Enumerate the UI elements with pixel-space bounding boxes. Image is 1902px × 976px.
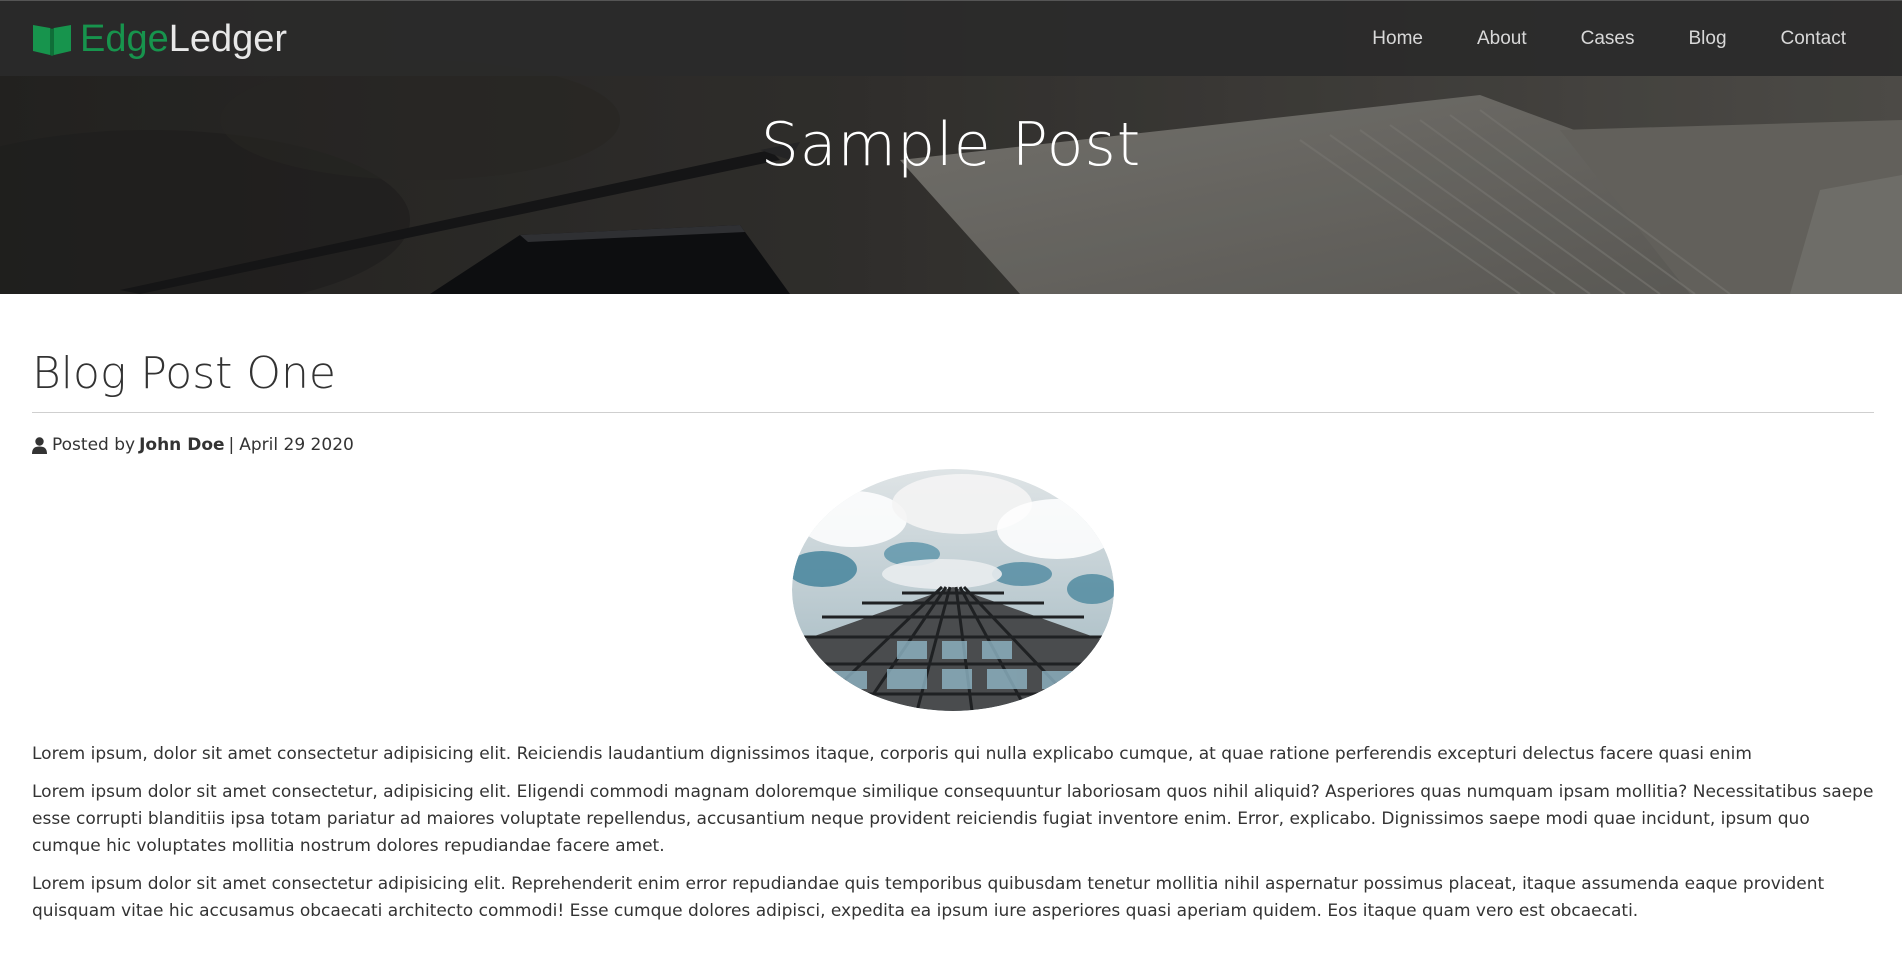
brand-name-edge: Edge bbox=[80, 18, 169, 60]
post-paragraph: Lorem ipsum, dolor sit amet consectetur … bbox=[32, 744, 1752, 764]
post-title: Blog Post One bbox=[32, 346, 1874, 413]
post-author: John Doe bbox=[139, 435, 225, 455]
posted-by-label: Posted by bbox=[52, 435, 136, 455]
nav-home[interactable]: Home bbox=[1372, 28, 1423, 50]
user-icon bbox=[32, 436, 47, 454]
nav-about[interactable]: About bbox=[1477, 28, 1527, 50]
open-book-icon bbox=[33, 25, 71, 56]
post-meta: Posted by John Doe | April 29 2020 bbox=[32, 433, 1874, 457]
hero-title: Sample Post bbox=[760, 110, 1142, 180]
meta-separator: | bbox=[228, 435, 235, 455]
post-date: April 29 2020 bbox=[239, 435, 354, 455]
main-nav: Home About Cases Blog Contact bbox=[1318, 1, 1846, 77]
nav-contact[interactable]: Contact bbox=[1781, 28, 1846, 50]
blog-post: Blog Post One Posted by John Doe | April… bbox=[32, 294, 1874, 925]
post-paragraph: Lorem ipsum dolor sit amet consectetur, … bbox=[32, 782, 1874, 856]
hero-banner: EdgeLedger Home About Cases Blog Contact… bbox=[0, 0, 1902, 294]
brand-name: EdgeLedger bbox=[80, 17, 287, 61]
post-image-container bbox=[32, 469, 1874, 711]
brand-name-ledger: Ledger bbox=[168, 18, 288, 60]
brand-logo[interactable]: EdgeLedger bbox=[32, 17, 287, 61]
nav-blog[interactable]: Blog bbox=[1688, 28, 1726, 50]
nav-cases[interactable]: Cases bbox=[1581, 28, 1635, 50]
post-image bbox=[792, 469, 1114, 711]
post-paragraph: Lorem ipsum dolor sit amet consectetur a… bbox=[32, 874, 1825, 921]
navbar: EdgeLedger Home About Cases Blog Contact bbox=[0, 0, 1902, 76]
